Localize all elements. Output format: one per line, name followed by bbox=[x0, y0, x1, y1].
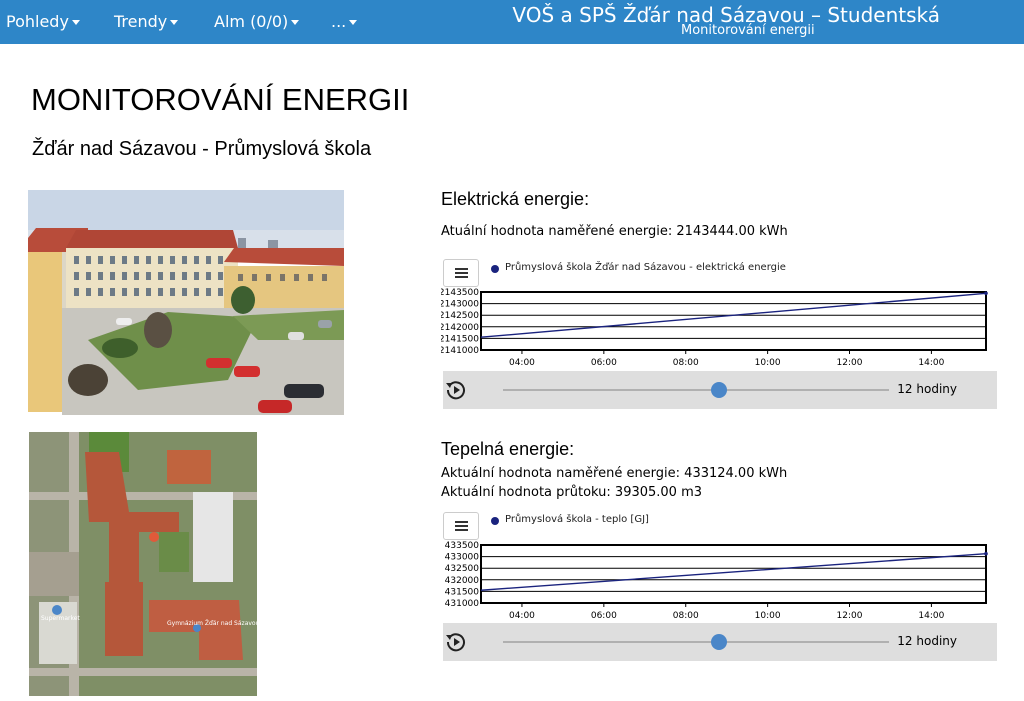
replay-icon[interactable] bbox=[445, 631, 467, 653]
electric-value: Atuální hodnota naměřené energie: 214344… bbox=[441, 224, 788, 239]
y-tick-label: 433000 bbox=[445, 553, 480, 563]
series-point bbox=[984, 551, 988, 556]
electric-energy-chart: 2141000 21415002142000 21425002143000 21435… bbox=[441, 288, 988, 368]
x-tick-label: 14:00 bbox=[918, 611, 944, 621]
time-range-slider: 12 hodiny bbox=[443, 623, 997, 661]
x-tick-label: 10:00 bbox=[755, 611, 781, 621]
chart-menu-button[interactable] bbox=[443, 259, 479, 287]
x-tick-label: 12:00 bbox=[837, 611, 863, 621]
heat-value: Aktuální hodnota naměřené energie: 43312… bbox=[441, 466, 788, 481]
y-tick-label: 431000 bbox=[445, 599, 480, 609]
aerial-label-gymnazium: Gymnázium Žďár nad Sázavou bbox=[167, 619, 257, 627]
page-subtitle: Žďár nad Sázavou - Průmyslová škola bbox=[32, 138, 372, 160]
x-tick-label: 08:00 bbox=[673, 611, 699, 621]
chevron-down-icon bbox=[71, 20, 80, 25]
chart-legend[interactable]: Průmyslová škola - teplo [GJ] bbox=[505, 514, 649, 525]
heat-flow-value: Aktuální hodnota průtoku: 39305.00 m3 bbox=[441, 485, 703, 500]
slider-handle[interactable] bbox=[711, 634, 728, 650]
y-tick-label: 432500 bbox=[445, 564, 480, 574]
x-tick-label: 14:00 bbox=[918, 358, 944, 368]
heat-energy-chart: 431000 431500432000 432500433000 433500 04:0… bbox=[445, 541, 988, 621]
replay-icon[interactable] bbox=[445, 379, 467, 401]
hamburger-icon bbox=[455, 521, 468, 531]
y-tick-label: 433500 bbox=[445, 541, 480, 551]
menu-alarms[interactable]: Alm (0/0) bbox=[214, 0, 300, 44]
page-title: MONITOROVÁNÍ ENERGII bbox=[31, 82, 410, 117]
chevron-down-icon bbox=[291, 20, 300, 25]
slider-track[interactable] bbox=[503, 389, 889, 391]
plot-area bbox=[480, 544, 987, 604]
time-range-slider: 12 hodiny bbox=[443, 371, 997, 409]
chevron-down-icon bbox=[349, 20, 358, 25]
x-tick-label: 06:00 bbox=[591, 611, 617, 621]
chart-menu-button[interactable] bbox=[443, 512, 479, 540]
legend-marker bbox=[491, 517, 499, 525]
y-tick-label: 431500 bbox=[445, 587, 480, 597]
school-photo bbox=[28, 190, 344, 415]
x-tick-label: 04:00 bbox=[509, 611, 535, 621]
y-tick-label: 2143000 bbox=[441, 300, 479, 310]
top-nav-bar: Pohledy Trendy Alm (0/0) ... VOŠ a SPŠ Ž… bbox=[0, 0, 1024, 44]
y-tick-label: 2143500 bbox=[441, 288, 479, 298]
x-tick-label: 12:00 bbox=[837, 358, 863, 368]
y-tick-label: 2141500 bbox=[441, 334, 479, 344]
aerial-label-supermarket: Supermarket bbox=[41, 615, 80, 622]
heat-heading: Tepelná energie: bbox=[441, 439, 575, 459]
electric-heading: Elektrická energie: bbox=[441, 189, 590, 209]
x-tick-label: 04:00 bbox=[509, 358, 535, 368]
y-tick-label: 432000 bbox=[445, 576, 480, 586]
brand-subtitle: Monitorování energii bbox=[681, 23, 815, 38]
chevron-down-icon bbox=[170, 20, 179, 25]
x-tick-label: 08:00 bbox=[673, 358, 699, 368]
hamburger-icon bbox=[455, 268, 468, 278]
slider-handle[interactable] bbox=[711, 382, 728, 398]
menu-trendy[interactable]: Trendy bbox=[114, 0, 179, 44]
series-point bbox=[984, 291, 988, 296]
menu-pohledy[interactable]: Pohledy bbox=[6, 0, 80, 44]
plot-area bbox=[480, 291, 987, 351]
y-tick-label: 2141000 bbox=[441, 346, 479, 356]
y-tick-label: 2142000 bbox=[441, 323, 479, 333]
y-tick-label: 2142500 bbox=[441, 311, 479, 321]
menu-more[interactable]: ... bbox=[331, 0, 358, 44]
x-tick-label: 06:00 bbox=[591, 358, 617, 368]
slider-label: 12 hodiny bbox=[897, 382, 957, 396]
aerial-map-image: Gymnázium Žďár nad Sázavou Supermarket bbox=[29, 432, 257, 696]
x-tick-label: 10:00 bbox=[755, 358, 781, 368]
chart-legend[interactable]: Průmyslová škola Žďár nad Sázavou - elek… bbox=[505, 262, 786, 273]
slider-label: 12 hodiny bbox=[897, 634, 957, 648]
legend-marker bbox=[491, 265, 499, 273]
slider-track[interactable] bbox=[503, 641, 889, 643]
